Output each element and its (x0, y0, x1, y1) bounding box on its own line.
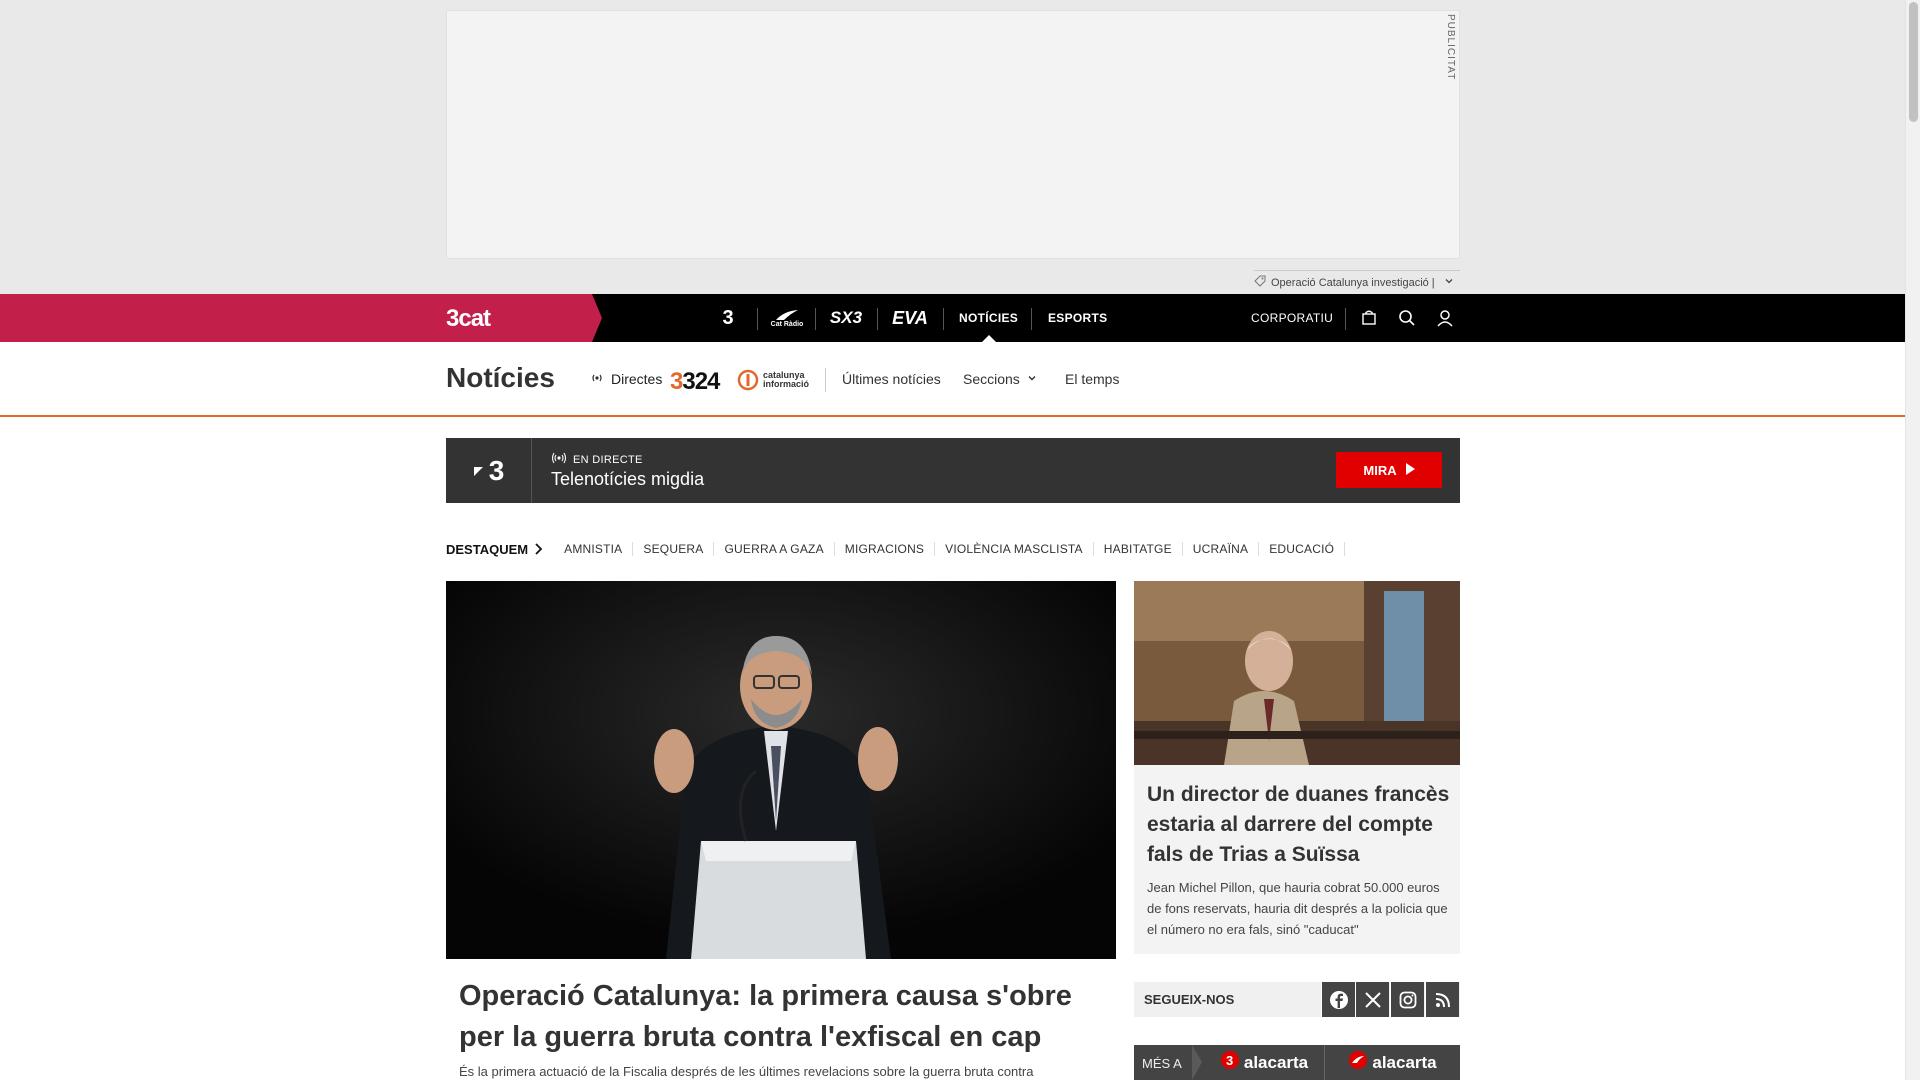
x-icon[interactable] (1355, 982, 1389, 1017)
divider (1345, 308, 1346, 330)
topic-ucraina[interactable]: UCRAÏNA (1183, 542, 1260, 556)
eva-logo[interactable]: EVA (889, 294, 931, 342)
chevron-right-icon (535, 543, 543, 555)
instagram-icon[interactable] (1390, 982, 1424, 1017)
topic-habitatge[interactable]: HABITATGE (1094, 542, 1183, 556)
nav-corporatiu[interactable]: CORPORATIU (1251, 294, 1333, 342)
mes-a-bar: MÉS A 3 alacarta alacarta (1134, 1045, 1460, 1080)
topic-violencia-masclista[interactable]: VIOLÈNCIA MASCLISTA (935, 542, 1094, 556)
play-icon (1405, 462, 1415, 478)
topic-sequera[interactable]: SEQUERA (633, 542, 715, 556)
chevron-down-icon (1026, 371, 1038, 387)
catradio-icon (1348, 1050, 1368, 1075)
ci-icon (737, 369, 759, 391)
divider (815, 308, 816, 330)
live-banner[interactable]: 3 EN DIRECTE Telenotícies migdia MIRA (446, 438, 1460, 503)
ad-label: PUBLICITAT (1445, 14, 1456, 81)
catradio-alacarta-link[interactable]: alacarta (1324, 1045, 1460, 1080)
speaker-photo (446, 581, 1116, 959)
divider (825, 368, 826, 392)
destaquem-bar: DESTAQUEM AMNISTIA SEQUERA GUERRA A GAZA… (446, 540, 1346, 558)
tv3-alacarta-link[interactable]: 3 alacarta (1204, 1045, 1324, 1080)
divider (1031, 308, 1032, 330)
live-channel-logo: 3 (446, 438, 532, 503)
rss-icon[interactable] (1425, 982, 1459, 1017)
scrollbar[interactable] (1905, 0, 1920, 1080)
side-article-card[interactable]: Un director de duanes francès estaria al… (1134, 581, 1460, 954)
brand-block (0, 294, 602, 342)
nav-noticies[interactable]: NOTÍCIES (959, 294, 1018, 342)
arrow-divider (1192, 1045, 1202, 1080)
ad-zone: PUBLICITAT Operació Catalunya investigac… (0, 0, 1905, 294)
facebook-icon[interactable] (1321, 982, 1355, 1017)
side-article-image[interactable] (1134, 581, 1460, 765)
link-el-temps[interactable]: El temps (1065, 371, 1119, 387)
destaquem-label[interactable]: DESTAQUEM (446, 542, 543, 557)
3cat-logo[interactable]: 3cat (446, 305, 491, 333)
page: PUBLICITAT Operació Catalunya investigac… (0, 0, 1905, 1080)
directes-link[interactable]: Directes (590, 371, 662, 387)
ad-banner[interactable] (446, 10, 1460, 259)
seccions-dropdown[interactable]: Seccions (963, 371, 1038, 387)
follow-bar: SEGUEIX-NOS (1134, 982, 1460, 1017)
channel-3-logo[interactable]: 3 (712, 294, 744, 342)
324-logo[interactable]: 3324 (670, 368, 720, 396)
side-article-title[interactable]: Un director de duanes francès estaria al… (1147, 780, 1452, 870)
user-icon[interactable] (1435, 308, 1455, 328)
nav-esports[interactable]: ESPORTS (1048, 294, 1107, 342)
parliament-photo (1134, 581, 1460, 765)
divider (757, 308, 758, 330)
scrollbar-thumb[interactable] (1909, 2, 1918, 122)
directes-label: Directes (611, 371, 663, 387)
broadcast-icon (551, 452, 567, 467)
tv3-mark-icon (473, 466, 483, 476)
shopping-bag-icon[interactable] (1359, 308, 1379, 328)
mes-a-label: MÉS A (1142, 1056, 1182, 1071)
sx3-logo[interactable]: SX3 (826, 294, 866, 342)
main-article-summary: És la primera actuació de la Fiscalia de… (459, 1064, 1034, 1079)
divider (877, 308, 878, 330)
ad-tag-text: Operació Catalunya investigació | (1271, 276, 1435, 289)
watch-live-button[interactable]: MIRA (1336, 452, 1442, 488)
catalunya-informacio-logo[interactable]: catalunya informació (737, 369, 809, 391)
ad-topic-tag[interactable]: Operació Catalunya investigació | (1254, 270, 1460, 290)
divider (943, 308, 944, 330)
topic-amnistia[interactable]: AMNISTIA (554, 542, 634, 556)
topic-educacio[interactable]: EDUCACIÓ (1259, 542, 1346, 556)
chevron-down-icon (1444, 276, 1454, 289)
main-article-image[interactable] (446, 581, 1116, 959)
link-ultimes-noticies[interactable]: Últimes notícies (842, 371, 941, 387)
main-article-title[interactable]: Operació Catalunya: la primera causa s'o… (459, 976, 1109, 1058)
follow-label: SEGUEIX-NOS (1144, 992, 1235, 1007)
broadcast-icon (590, 371, 604, 387)
section-header: Notícies Directes 3324 catalunya informa… (0, 342, 1905, 417)
side-article-summary: Jean Michel Pillon, que hauria cobrat 50… (1147, 880, 1448, 937)
live-program-title: Telenotícies migdia (551, 469, 705, 489)
search-icon[interactable] (1397, 308, 1417, 328)
live-tag: EN DIRECTE (551, 452, 643, 467)
tag-icon (1254, 275, 1266, 290)
topic-guerra-gaza[interactable]: GUERRA A GAZA (714, 542, 835, 556)
catradio-logo[interactable]: Cat Ràdio (770, 294, 804, 342)
svg-text:3: 3 (1226, 1053, 1233, 1068)
section-title[interactable]: Notícies (446, 362, 555, 394)
topic-migracions[interactable]: MIGRACIONS (835, 542, 936, 556)
tv3-icon: 3 (1220, 1050, 1240, 1075)
top-navbar: 3cat 3 Cat Ràdio SX3 EVA NOTÍCIES ESPORT… (0, 294, 1905, 342)
catradio-icon (776, 309, 798, 320)
